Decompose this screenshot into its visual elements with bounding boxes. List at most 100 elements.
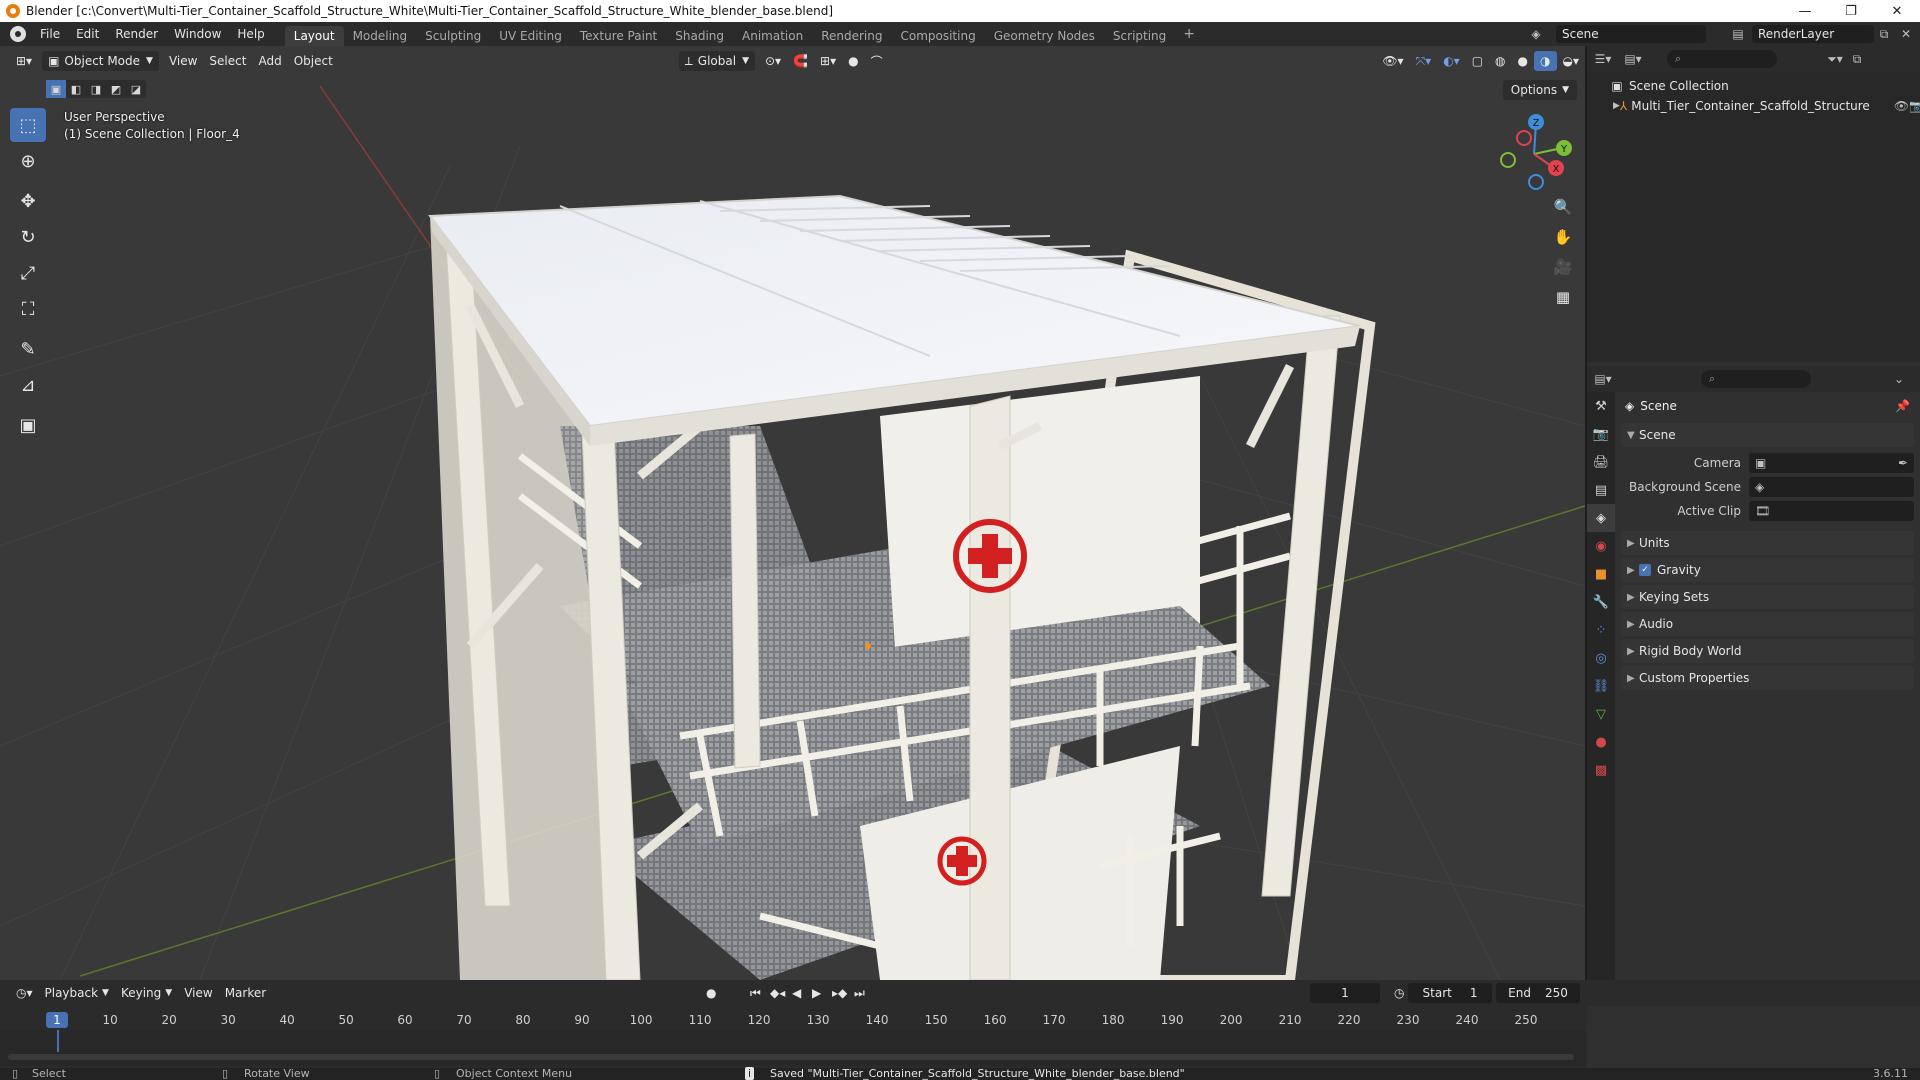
add-workspace-button[interactable]: + xyxy=(1175,26,1203,42)
visibility-icon[interactable]: 👁▾ xyxy=(1376,51,1409,71)
snap-icon[interactable]: 🧲 xyxy=(787,51,814,71)
auto-keying-icon[interactable]: ● xyxy=(700,983,722,1003)
tab-layout[interactable]: Layout xyxy=(284,26,344,46)
tab-rendering[interactable]: Rendering xyxy=(812,26,891,46)
start-frame-field[interactable]: Start 1 xyxy=(1408,983,1492,1003)
expand-arrow-icon[interactable]: ▶ xyxy=(1613,98,1620,114)
material-shading-icon[interactable]: ◑ xyxy=(1534,51,1557,71)
new-collection-icon[interactable]: ⧉ xyxy=(1849,51,1865,67)
scene-selector[interactable]: Scene xyxy=(1556,25,1706,43)
properties-editor-icon[interactable]: ▤▾ xyxy=(1594,371,1611,387)
scale-tool[interactable]: ⤢ xyxy=(10,256,46,290)
add-cube-tool[interactable]: ▣ xyxy=(10,408,46,442)
filter-icon[interactable]: ⏷▾ xyxy=(1827,51,1843,67)
physics-tab-icon[interactable]: ◎ xyxy=(1587,644,1615,672)
panel-custom-properties[interactable]: ▶ Custom Properties xyxy=(1621,666,1914,690)
proportional-edit-icon[interactable]: ● xyxy=(842,51,864,71)
outliner-editor-icon[interactable]: ☰▾ xyxy=(1595,51,1612,67)
display-mode-icon[interactable]: ▤▾ xyxy=(1624,51,1641,67)
close-button[interactable]: ✕ xyxy=(1874,0,1920,22)
blender-logo-icon[interactable] xyxy=(10,26,26,42)
eye-visibility-icon[interactable]: 👁 xyxy=(1894,98,1909,114)
modifier-tab-icon[interactable]: 🔧 xyxy=(1587,588,1615,616)
tab-modeling[interactable]: Modeling xyxy=(344,26,417,46)
menu-select[interactable]: Select xyxy=(203,51,252,71)
mode-dropdown[interactable]: ▣ Object Mode ▼ xyxy=(42,51,159,71)
move-tool[interactable]: ✥ xyxy=(10,184,46,218)
end-frame-field[interactable]: End 250 xyxy=(1496,983,1580,1003)
measure-tool[interactable]: ⊿ xyxy=(10,368,46,402)
select-subtract-icon[interactable]: ◨ xyxy=(86,80,106,98)
gravity-checkbox[interactable]: ✓ xyxy=(1639,564,1651,576)
tab-uv-editing[interactable]: UV Editing xyxy=(490,26,571,46)
editor-type-icon[interactable]: ⊞▾ xyxy=(10,51,38,71)
material-tab-icon[interactable]: ● xyxy=(1587,728,1615,756)
constraints-tab-icon[interactable]: ⛓ xyxy=(1587,672,1615,700)
pan-hand-icon[interactable]: ✋ xyxy=(1550,224,1576,250)
tab-geometry-nodes[interactable]: Geometry Nodes xyxy=(985,26,1104,46)
current-frame-field[interactable]: 1 xyxy=(1310,983,1380,1003)
scene-tab-icon[interactable]: ◈ xyxy=(1587,504,1615,532)
tab-texture-paint[interactable]: Texture Paint xyxy=(571,26,666,46)
viewport-scene[interactable] xyxy=(0,46,1585,980)
view-layer-icon[interactable]: ▤ xyxy=(1730,26,1746,42)
panel-units[interactable]: ▶ Units xyxy=(1621,531,1914,555)
overlay-toggle-icon[interactable]: ◐▾ xyxy=(1437,51,1466,71)
camera-field[interactable]: ▣ ✒ xyxy=(1749,453,1914,473)
panel-keying-sets[interactable]: ▶ Keying Sets xyxy=(1621,585,1914,609)
eyedropper-icon[interactable]: ✒ xyxy=(1898,456,1908,470)
outliner-row-object[interactable]: ▶ ⅄ Multi_Tier_Container_Scaffold_Struct… xyxy=(1587,96,1920,116)
scene-icon[interactable]: ◈ xyxy=(1528,26,1544,42)
menu-add[interactable]: Add xyxy=(252,51,287,71)
frame-ruler[interactable]: 1 10 20 30 40 50 60 70 80 90 100 110 120 130 140 150 160… xyxy=(0,1010,1585,1030)
outliner-row-scene-collection[interactable]: ▣ Scene Collection xyxy=(1587,76,1920,96)
menu-object[interactable]: Object xyxy=(288,51,339,71)
timeline-editor-icon[interactable]: ◷▾ xyxy=(10,983,39,1003)
menu-keying[interactable]: Keying ▼ xyxy=(115,983,178,1003)
snap-target-icon[interactable]: ⊞▾ xyxy=(814,51,842,71)
menu-window[interactable]: Window xyxy=(166,22,229,46)
ortho-grid-icon[interactable]: ▦ xyxy=(1550,284,1576,310)
background-scene-field[interactable]: ◈ xyxy=(1749,477,1914,497)
annotate-tool[interactable]: ✎ xyxy=(10,332,46,366)
view-layer-tab-icon[interactable]: ▤ xyxy=(1587,476,1615,504)
particles-tab-icon[interactable]: ⁘ xyxy=(1587,616,1615,644)
remove-view-layer-icon[interactable]: ✕ xyxy=(1898,26,1914,42)
minimize-button[interactable]: — xyxy=(1782,0,1828,22)
menu-marker[interactable]: Marker xyxy=(219,983,272,1003)
outliner-search-input[interactable]: ⌕ xyxy=(1667,50,1777,68)
menu-playback[interactable]: Playback ▼ xyxy=(39,983,115,1003)
menu-help[interactable]: Help xyxy=(229,22,272,46)
select-invert-icon[interactable]: ◩ xyxy=(106,80,126,98)
gizmo-toggle-icon[interactable]: ⤧▾ xyxy=(1410,51,1438,71)
world-tab-icon[interactable]: ◉ xyxy=(1587,532,1615,560)
tab-sculpting[interactable]: Sculpting xyxy=(416,26,490,46)
select-intersect-icon[interactable]: ◪ xyxy=(126,80,146,98)
camera-view-icon[interactable]: 🎥 xyxy=(1550,254,1576,280)
tab-animation[interactable]: Animation xyxy=(733,26,812,46)
active-clip-field[interactable]: 🎞 xyxy=(1749,501,1914,521)
menu-render[interactable]: Render xyxy=(107,22,166,46)
menu-timeline-view[interactable]: View xyxy=(178,983,218,1003)
transform-tool[interactable]: ⛶ xyxy=(10,292,46,326)
chevron-down-icon[interactable]: ⌄ xyxy=(1891,371,1907,387)
transform-orientation-dropdown[interactable]: ⟂ Global ▼ xyxy=(678,51,755,71)
jump-end-icon[interactable]: ⏭ xyxy=(848,983,871,1003)
texture-tab-icon[interactable]: ▩ xyxy=(1587,756,1615,784)
data-tab-icon[interactable]: ▽ xyxy=(1587,700,1615,728)
properties-search-input[interactable]: ⌕ xyxy=(1701,370,1811,388)
falloff-icon[interactable]: ⌒ xyxy=(865,51,889,71)
new-view-layer-icon[interactable]: ⧉ xyxy=(1876,26,1892,42)
panel-audio[interactable]: ▶ Audio xyxy=(1621,612,1914,636)
render-tab-icon[interactable]: 📷 xyxy=(1587,420,1615,448)
tab-shading[interactable]: Shading xyxy=(666,26,733,46)
wireframe-shading-icon[interactable]: ◍ xyxy=(1489,51,1511,71)
zoom-icon[interactable]: 🔍 xyxy=(1550,194,1576,220)
rendered-shading-icon[interactable]: ◒▾ xyxy=(1557,51,1586,71)
panel-rigid-body-world[interactable]: ▶ Rigid Body World xyxy=(1621,639,1914,663)
menu-view[interactable]: View xyxy=(163,51,203,71)
timeline-scrollbar[interactable] xyxy=(8,1054,1574,1060)
menu-file[interactable]: File xyxy=(32,22,68,46)
timeline-track-area[interactable] xyxy=(0,1030,1585,1066)
navigation-gizmo[interactable]: Z Y X xyxy=(1496,110,1576,190)
